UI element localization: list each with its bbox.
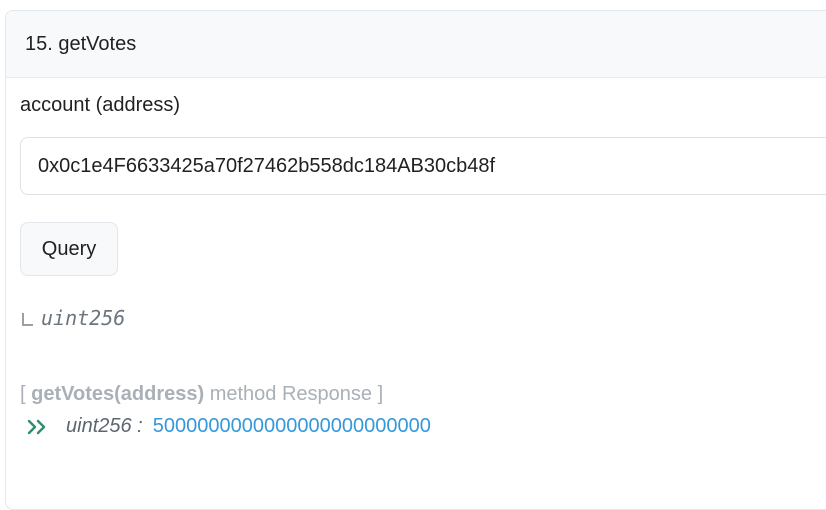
query-button[interactable]: Query (20, 222, 118, 276)
account-address-input[interactable] (20, 137, 826, 195)
return-type: uint256 (41, 306, 126, 330)
response-suffix: method Response ] (209, 383, 384, 405)
method-title: 15. getVotes (25, 32, 137, 55)
response-line: uint256 : 5000000000000000000000000 (26, 415, 431, 438)
double-chevron-right-icon (27, 419, 46, 434)
response-method-signature: getVotes(address) (31, 383, 205, 405)
account-label: account (address) (20, 94, 181, 116)
corner-down-right-icon (22, 312, 33, 326)
method-header[interactable]: 15. getVotes (6, 11, 826, 78)
response-value: 5000000000000000000000000 (152, 415, 431, 437)
return-type-line: uint256 (22, 306, 125, 330)
response-bracket-open: [ (20, 383, 26, 405)
response-type: uint256 : (66, 415, 143, 437)
response-title: [ getVotes(address) method Response ] (20, 383, 383, 406)
